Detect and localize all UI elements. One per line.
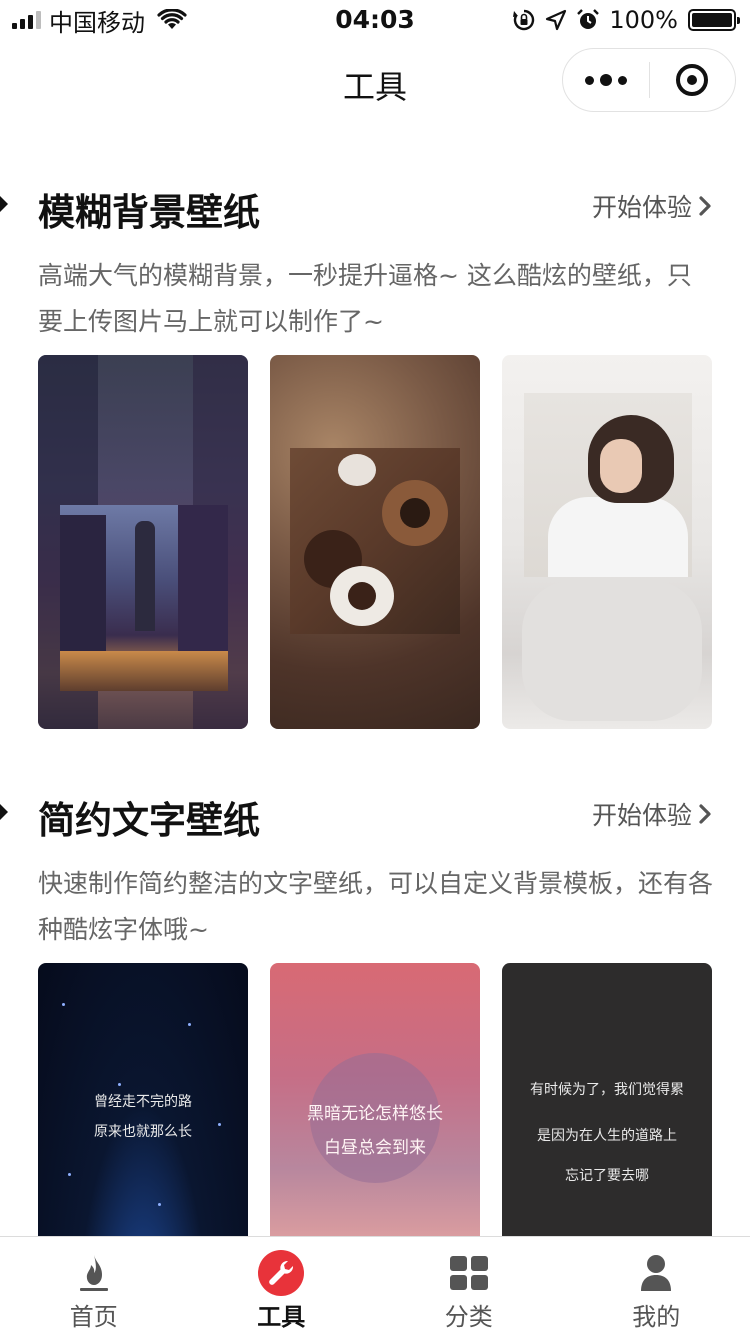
start-experience-label: 开始体验 [591,801,692,830]
section-marker-icon [0,196,8,212]
card-text-line: 有时候为了，我们觉得累 [530,1082,684,1098]
card-text-line: 原来也就那么长 [94,1124,192,1140]
navigation-bar: 工具 [0,44,750,120]
user-icon [632,1249,680,1297]
tab-label: 首页 [69,1303,118,1331]
battery-icon [688,9,740,31]
section-description: 高端大气的模糊背景，一秒提升逼格~ 这么酷炫的壁纸，只要上传图片马上就可以制作了… [38,261,692,336]
battery-percentage: 100% [609,6,678,34]
target-close-icon [676,64,709,96]
card-text-line: 黑暗无论怎样悠长 [307,1104,443,1124]
example-card-coffee[interactable] [270,355,480,729]
battery-fill [692,13,732,27]
section-title: 模糊背景壁纸 [38,191,260,234]
card-text-line: 曾经走不完的路 [94,1094,192,1110]
card-text-line: 是因为在人生的道路上 [537,1128,677,1144]
example-card-city[interactable] [38,355,248,729]
section-description: 快速制作简约整洁的文字壁纸，可以自定义背景模板，还有各种酷炫字体哦~ [38,869,714,944]
section-marker-icon [0,804,8,820]
close-mini-program-button[interactable] [650,49,736,111]
tab-label: 我的 [632,1303,681,1331]
card-text-line: 白昼总会到来 [324,1138,426,1158]
more-options-button[interactable] [563,49,649,111]
coffee-photo [290,448,460,634]
status-right: 100% [513,6,740,34]
example-cards [38,355,713,729]
chevron-right-icon [699,804,711,824]
rotation-lock-icon [513,9,535,31]
start-experience-link[interactable]: 开始体验 [592,796,712,832]
portrait-photo [524,393,692,577]
tab-tools[interactable]: 工具 [188,1237,376,1334]
tab-profile[interactable]: 我的 [563,1237,750,1334]
tab-label: 分类 [444,1303,493,1331]
mini-program-capsule [562,48,736,112]
section-title: 简约文字壁纸 [38,799,260,842]
start-experience-link[interactable]: 开始体验 [592,188,712,224]
tab-home[interactable]: 首页 [0,1237,188,1334]
status-bar: 中国移动 04:03 100% [0,0,750,40]
chevron-right-icon [699,196,711,216]
flame-icon [70,1249,118,1297]
start-experience-label: 开始体验 [591,193,692,222]
tab-label: 工具 [257,1303,306,1331]
tab-bar: 首页 工具 分类 我的 [0,1236,750,1334]
location-arrow-icon [546,9,567,31]
alarm-icon [577,9,600,29]
tab-category[interactable]: 分类 [375,1237,563,1334]
card-text-line: 忘记了要去哪 [565,1168,649,1184]
grid-icon [445,1249,493,1297]
wrench-icon [257,1249,305,1297]
example-card-portrait[interactable] [502,355,712,729]
city-photo [60,505,228,691]
